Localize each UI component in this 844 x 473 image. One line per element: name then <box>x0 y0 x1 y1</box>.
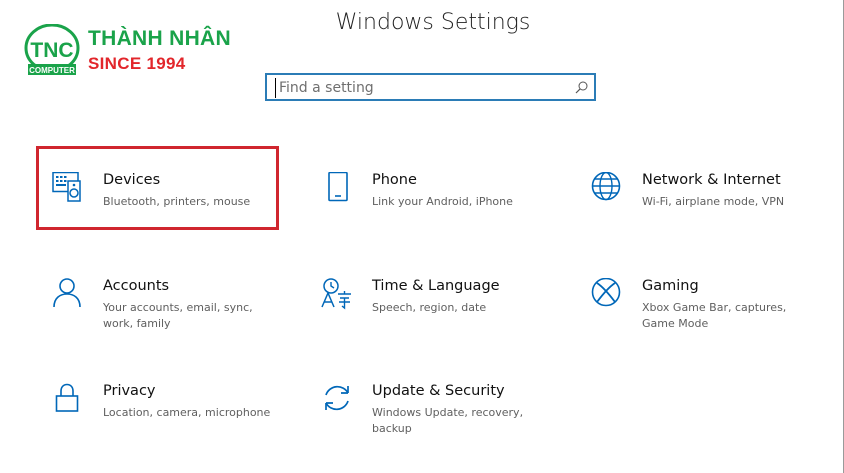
lock-icon <box>55 383 79 412</box>
tile-accounts[interactable]: Accounts Your accounts, email, sync, wor… <box>52 278 292 348</box>
tile-description: Windows Update, recovery, backup <box>372 406 524 435</box>
globe-icon <box>591 172 621 201</box>
tile-description: Link your Android, iPhone <box>372 195 513 208</box>
tile-description: Wi-Fi, airplane mode, VPN <box>642 195 785 208</box>
person-icon <box>53 278 81 308</box>
tile-privacy[interactable]: Privacy Location, camera, microphone <box>52 383 292 453</box>
sync-icon <box>325 385 349 411</box>
highlight-annotation-box <box>36 146 279 230</box>
xbox-icon <box>591 278 621 307</box>
tile-description: Your accounts, email, sync, work, family <box>103 301 253 330</box>
page-title: Windows Settings <box>335 10 531 35</box>
logo-since: SINCE 1994 <box>88 54 186 73</box>
search-icon[interactable] <box>575 81 588 94</box>
logo-monogram: TNC <box>30 39 73 62</box>
tile-description: Location, camera, microphone <box>103 406 271 419</box>
tile-update-security[interactable]: Update & Security Windows Update, recove… <box>321 383 561 453</box>
tile-title: Update & Security <box>372 383 505 399</box>
logo-sub: COMPUTER <box>29 66 75 75</box>
tile-title: Accounts <box>103 278 170 294</box>
tile-description: Speech, region, date <box>372 301 487 314</box>
tile-phone[interactable]: Phone Link your Android, iPhone <box>321 172 561 242</box>
phone-icon <box>328 172 348 202</box>
tile-time-language[interactable]: Time & Language Speech, region, date <box>321 278 561 348</box>
tile-title: Phone <box>372 172 417 188</box>
tile-title: Privacy <box>103 383 156 399</box>
tile-title: Gaming <box>642 278 699 294</box>
tile-description: Xbox Game Bar, captures, Game Mode <box>642 301 787 330</box>
time-language-icon <box>321 278 351 310</box>
tile-title: Time & Language <box>372 278 500 294</box>
search-box[interactable] <box>265 73 596 101</box>
search-input[interactable] <box>275 78 569 98</box>
tile-gaming[interactable]: Gaming Xbox Game Bar, captures, Game Mod… <box>591 278 831 348</box>
tile-title: Network & Internet <box>642 172 781 188</box>
tile-network-internet[interactable]: Network & Internet Wi-Fi, airplane mode,… <box>591 172 831 242</box>
